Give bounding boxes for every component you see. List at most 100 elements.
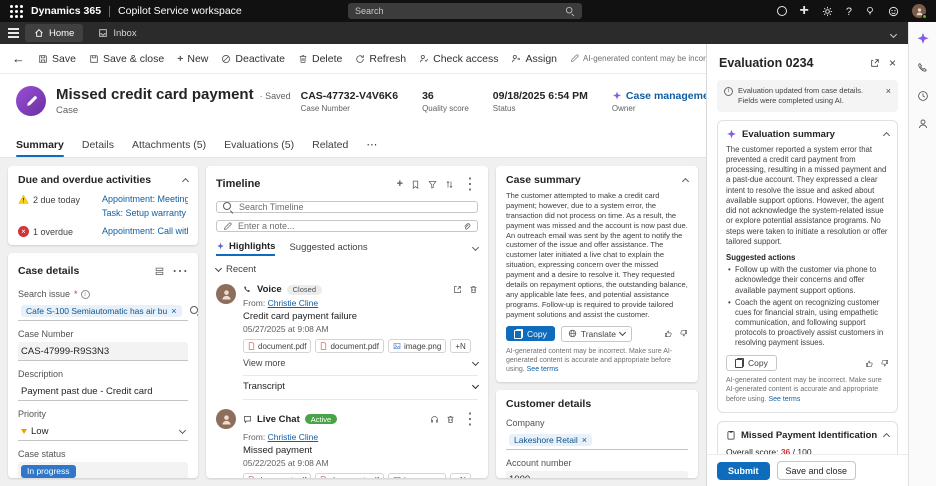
evaluation-scroll-area[interactable]: Evaluation summary The customer reported…: [707, 119, 908, 454]
tab-details[interactable]: Details: [82, 132, 114, 157]
search-issue-tag[interactable]: Cafe S-100 Semiautomatic has air bu: [21, 305, 182, 317]
tabstrip-overflow-chevron[interactable]: [889, 24, 900, 42]
filter-icon[interactable]: [428, 180, 437, 189]
attachment-chip[interactable]: image.png: [387, 473, 447, 478]
timeline-search-input[interactable]: [239, 202, 471, 212]
app-launcher-icon[interactable]: [10, 4, 23, 18]
save-button[interactable]: Save: [38, 53, 76, 65]
add-icon[interactable]: [800, 2, 809, 20]
attachment-chip[interactable]: image.png: [387, 339, 447, 353]
view-more-toggle[interactable]: View more: [243, 358, 480, 368]
tab-evaluations[interactable]: Evaluations (5): [224, 132, 294, 157]
assign-button[interactable]: Assign: [511, 53, 557, 65]
description-control[interactable]: Payment past due - Credit card: [18, 382, 188, 401]
timeline-more-icon[interactable]: [462, 174, 478, 194]
contact-link[interactable]: Christie Cline: [268, 432, 319, 442]
user-avatar[interactable]: [912, 4, 927, 19]
lightbulb-icon[interactable]: [865, 6, 875, 16]
activity-link[interactable]: Task: Setup warranty ac...: [98, 208, 188, 218]
help-icon[interactable]: [846, 2, 852, 20]
save-and-close-button[interactable]: Save and close: [776, 461, 857, 480]
open-record-icon[interactable]: [453, 285, 462, 294]
scorecard-collapse-chevron[interactable]: [882, 432, 891, 440]
deactivate-button[interactable]: Deactivate: [221, 53, 285, 65]
contact-link[interactable]: Christie Cline: [268, 298, 319, 308]
history-rail-icon[interactable]: [917, 90, 929, 102]
see-terms-link[interactable]: See terms: [527, 366, 559, 373]
thumbs-up-icon[interactable]: [865, 359, 874, 368]
tab-highlights[interactable]: Highlights: [216, 241, 276, 256]
activity-link[interactable]: Appointment: Call with...: [98, 226, 188, 236]
thumbs-down-icon[interactable]: [880, 359, 889, 368]
tab-inbox[interactable]: Inbox: [89, 24, 145, 42]
paperclip-icon[interactable]: [462, 222, 471, 231]
attachment-chip[interactable]: document.pdf: [243, 473, 312, 478]
remove-tag-icon[interactable]: [171, 306, 176, 316]
feedback-smiley-icon[interactable]: [888, 6, 899, 17]
presence-icon[interactable]: [776, 6, 787, 16]
sitemap-menu-icon[interactable]: [8, 28, 19, 38]
lookup-search-icon[interactable]: [189, 306, 198, 316]
more-attachments-chip[interactable]: +N: [450, 339, 471, 353]
close-panel-icon[interactable]: [889, 56, 896, 70]
tab-suggested-actions[interactable]: Suggested actions: [289, 242, 367, 255]
recent-section-toggle[interactable]: Recent: [214, 264, 478, 275]
form-switcher-icon[interactable]: [155, 267, 164, 276]
timeline-entry-livechat[interactable]: Live Chat Active From: Christie Cline Mi…: [216, 409, 478, 478]
save-and-close-button[interactable]: Save & close: [89, 53, 164, 65]
timeline-search[interactable]: [216, 201, 478, 213]
back-button[interactable]: [12, 51, 25, 66]
timeline-entry-voice[interactable]: Voice Closed From: Christie Cline Credit…: [216, 284, 480, 400]
submit-button[interactable]: Submit: [717, 461, 770, 480]
tab-summary[interactable]: Summary: [16, 132, 64, 157]
delete-button[interactable]: Delete: [298, 53, 342, 65]
timeline-tabs-collapse-chevron[interactable]: [471, 243, 480, 252]
thumbs-up-icon[interactable]: [664, 329, 673, 338]
note-composer[interactable]: [216, 220, 478, 232]
attachment-chip[interactable]: document.pdf: [243, 339, 312, 353]
activity-link[interactable]: Appointment: Meeting...: [98, 194, 188, 204]
check-access-button[interactable]: Check access: [419, 53, 498, 65]
bookmark-icon[interactable]: [411, 180, 420, 189]
company-tag[interactable]: Lakeshore Retail: [509, 433, 593, 446]
tab-home[interactable]: Home: [25, 24, 84, 42]
sort-icon[interactable]: [445, 180, 454, 189]
transcript-toggle[interactable]: Transcript: [243, 381, 480, 392]
delete-icon[interactable]: [469, 285, 478, 294]
form-tabs-overflow-icon[interactable]: [366, 132, 377, 157]
headset-icon[interactable]: [430, 415, 439, 424]
attachment-chip[interactable]: document.pdf: [315, 473, 384, 478]
see-terms-link[interactable]: See terms: [768, 396, 800, 403]
dismiss-banner-icon[interactable]: [886, 86, 891, 106]
gear-icon[interactable]: [822, 6, 833, 17]
copilot-rail-icon[interactable]: [916, 32, 930, 46]
search-issue-control[interactable]: Cafe S-100 Semiautomatic has air bu: [18, 302, 198, 321]
popout-icon[interactable]: [870, 58, 880, 68]
priority-control[interactable]: Low: [18, 422, 188, 441]
phone-rail-icon[interactable]: [917, 62, 929, 74]
note-input[interactable]: [238, 221, 456, 231]
case-details-overflow-icon[interactable]: [172, 261, 188, 281]
case-summary-collapse-chevron[interactable]: [681, 177, 690, 185]
copy-button[interactable]: Copy: [726, 355, 777, 372]
thumbs-down-icon[interactable]: [679, 329, 688, 338]
due-activities-collapse-chevron[interactable]: [181, 177, 190, 185]
tab-attachments[interactable]: Attachments (5): [132, 132, 206, 157]
global-search-input[interactable]: [355, 6, 559, 16]
tab-related[interactable]: Related: [312, 132, 348, 157]
refresh-button[interactable]: Refresh: [355, 53, 406, 65]
contacts-rail-icon[interactable]: [917, 118, 929, 130]
translate-button[interactable]: Translate: [560, 325, 632, 342]
global-search[interactable]: [348, 3, 582, 19]
priority-dropdown-chevron[interactable]: [178, 426, 187, 434]
attachment-chip[interactable]: document.pdf: [315, 339, 384, 353]
remove-tag-icon[interactable]: [582, 435, 587, 445]
new-button[interactable]: New: [177, 53, 208, 65]
copy-button[interactable]: Copy: [506, 326, 555, 342]
timeline-add-icon[interactable]: [397, 178, 403, 190]
entry-more-icon[interactable]: [462, 409, 478, 429]
delete-icon[interactable]: [446, 415, 455, 424]
company-control[interactable]: Lakeshore Retail: [506, 431, 688, 450]
more-attachments-chip[interactable]: +N: [450, 473, 471, 478]
evaluation-summary-collapse-chevron[interactable]: [882, 131, 891, 139]
